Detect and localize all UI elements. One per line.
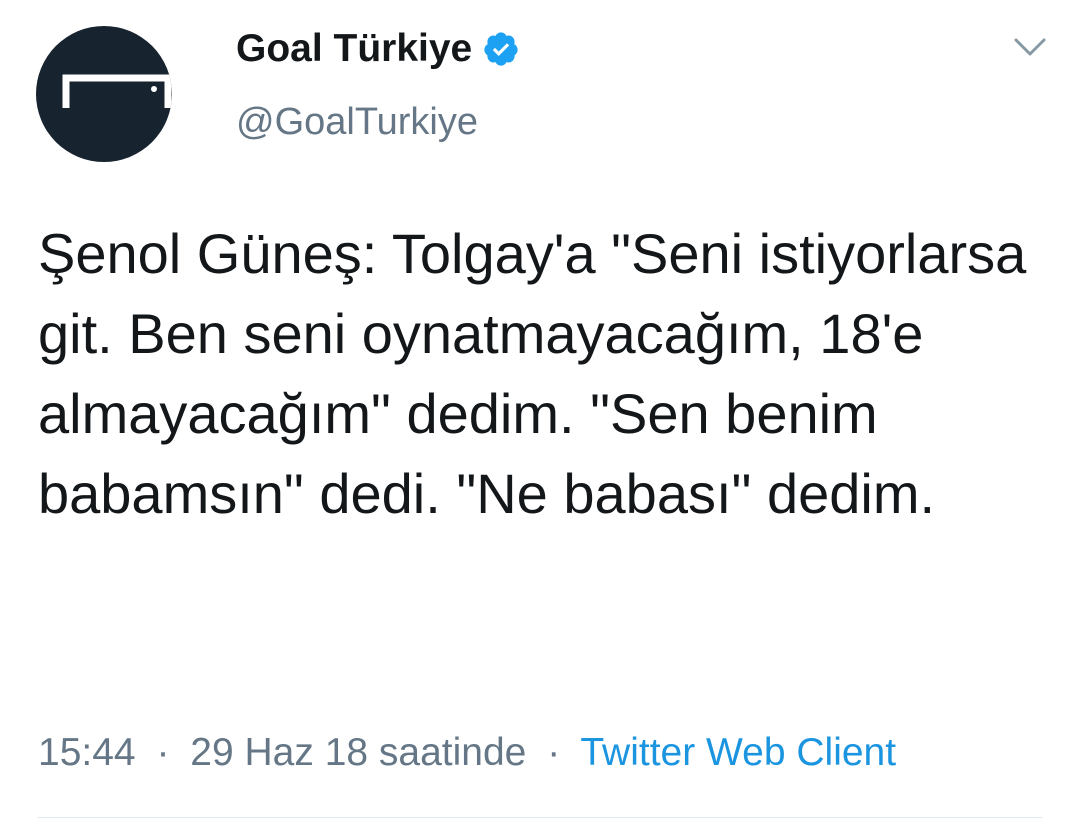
- author-handle[interactable]: @GoalTurkiye: [236, 101, 478, 144]
- tweet-date[interactable]: 29 Haz 18 saatinde: [190, 731, 526, 774]
- chevron-down-icon[interactable]: [1010, 32, 1050, 62]
- verified-badge-icon: [484, 32, 518, 66]
- tweet-client-link[interactable]: Twitter Web Client: [580, 731, 896, 774]
- author-display-name[interactable]: Goal Türkiye: [236, 27, 472, 71]
- tweet-meta: 15:44 · 29 Haz 18 saatinde · Twitter Web…: [38, 728, 896, 778]
- tweet-card: Goal Türkiye @GoalTurkiye Şenol Güneş: T…: [0, 0, 1080, 828]
- divider: [38, 817, 1042, 818]
- meta-separator-2: ·: [547, 731, 561, 774]
- tweet-text: Şenol Güneş: Tolgay'a "Seni istiyorlarsa…: [38, 222, 1042, 525]
- goal-logo-icon: [62, 74, 172, 108]
- author-name-row: Goal Türkiye: [236, 24, 520, 74]
- tweet-time[interactable]: 15:44: [38, 731, 136, 774]
- meta-separator: ·: [156, 731, 170, 774]
- author-avatar[interactable]: [36, 26, 172, 162]
